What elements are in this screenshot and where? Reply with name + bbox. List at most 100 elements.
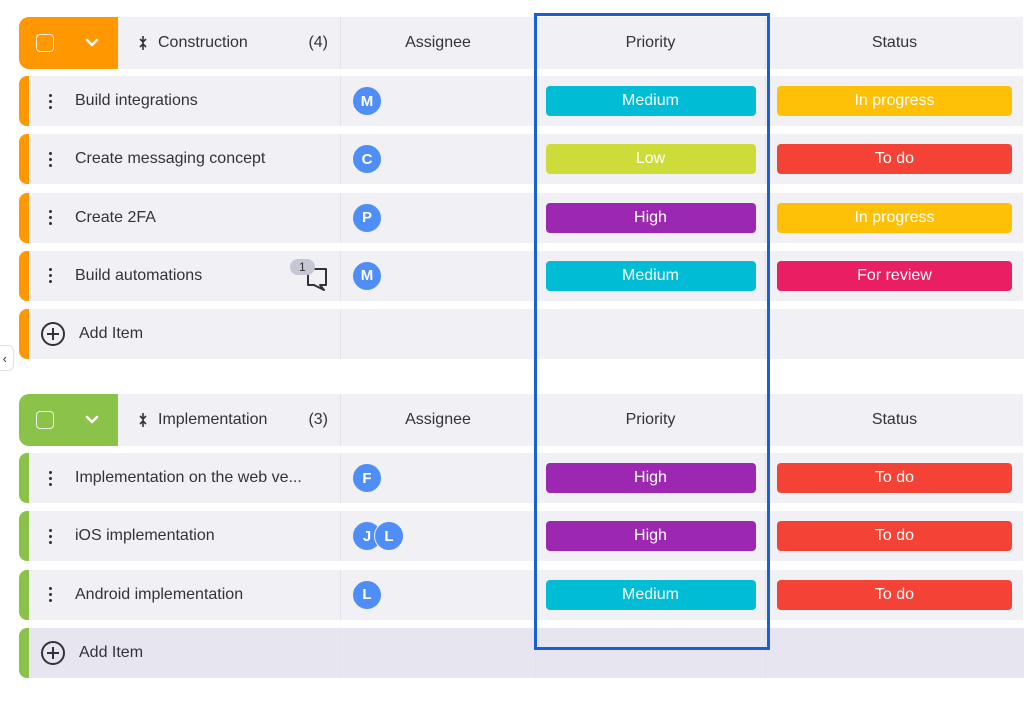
item-name: iOS implementation (75, 527, 215, 545)
more-vertical-icon[interactable] (49, 587, 53, 603)
item-name-cell[interactable]: Build integrations (19, 76, 340, 126)
status-cell[interactable]: In progress (765, 76, 1023, 126)
status-cell[interactable]: In progress (765, 192, 1023, 243)
comment-count-badge: 1 (290, 258, 315, 275)
sort-icon[interactable] (138, 35, 148, 51)
priority-badge[interactable]: Medium (545, 579, 756, 610)
item-name-cell[interactable]: Android implementation (19, 569, 340, 620)
group-title[interactable]: Construction (4) (118, 17, 340, 69)
priority-cell[interactable]: High (535, 453, 765, 503)
checkbox-icon[interactable] (36, 411, 54, 429)
empty-cell (535, 309, 765, 360)
column-header-status[interactable]: Status (765, 17, 1023, 69)
more-vertical-icon[interactable] (49, 210, 53, 226)
more-vertical-icon[interactable] (49, 268, 53, 284)
priority-badge[interactable]: High (545, 521, 756, 552)
assignee-cell[interactable]: L (340, 569, 535, 620)
item-name-cell[interactable]: Create messaging concept (19, 134, 340, 185)
column-header-assignee[interactable]: Assignee (340, 394, 535, 446)
avatar[interactable]: L (352, 579, 382, 610)
avatar[interactable]: P (352, 202, 382, 233)
table-row[interactable]: iOS implementation JL High To do (19, 511, 1024, 562)
table-row[interactable]: Build integrations M Medium In progress (19, 76, 1024, 126)
column-header-status[interactable]: Status (765, 394, 1023, 446)
chevron-left-icon: ‹ (2, 351, 7, 366)
item-name: Implementation on the web ve... (75, 469, 302, 486)
priority-cell[interactable]: High (535, 192, 765, 243)
add-item-label: Add Item (79, 325, 144, 343)
table-row[interactable]: Create messaging concept C Low To do (19, 134, 1024, 185)
avatar[interactable]: L (374, 521, 404, 552)
more-vertical-icon[interactable] (49, 470, 53, 486)
status-badge[interactable]: To do (777, 144, 1012, 175)
sort-icon[interactable] (138, 412, 148, 428)
item-name-cell[interactable]: iOS implementation (19, 511, 340, 562)
priority-cell[interactable]: Low (535, 134, 765, 185)
avatar[interactable]: C (352, 144, 382, 175)
group-header-controls (19, 394, 118, 446)
avatar[interactable]: M (352, 260, 382, 291)
table-row[interactable]: Android implementation L Medium To do (19, 569, 1024, 620)
priority-badge[interactable]: Medium (545, 260, 756, 291)
more-vertical-icon[interactable] (49, 151, 53, 167)
priority-badge[interactable]: High (545, 202, 756, 233)
group-title[interactable]: Implementation (3) (118, 394, 340, 446)
assignee-cell[interactable]: M (340, 250, 535, 301)
priority-badge[interactable]: High (545, 463, 756, 493)
side-panel-handle[interactable]: ‹ (0, 345, 14, 371)
group-name: Construction (158, 34, 248, 51)
status-badge[interactable]: To do (777, 463, 1012, 493)
status-cell[interactable]: To do (765, 134, 1023, 185)
status-badge[interactable]: In progress (777, 202, 1012, 233)
item-name-cell[interactable]: Implementation on the web ve... (19, 453, 340, 503)
assignee-cell[interactable]: P (340, 192, 535, 243)
assignee-cell[interactable]: JL (340, 511, 535, 562)
empty-cell (765, 627, 1024, 678)
item-name: Create messaging concept (75, 150, 266, 168)
more-vertical-icon[interactable] (49, 528, 53, 544)
chevron-down-icon[interactable] (84, 35, 100, 51)
comment-button[interactable]: 1 (290, 258, 330, 291)
plus-circle-icon (41, 322, 65, 347)
status-cell[interactable]: To do (765, 453, 1023, 503)
priority-badge[interactable]: Low (545, 144, 756, 175)
assignee-cell[interactable]: F (340, 453, 535, 503)
priority-cell[interactable]: High (535, 511, 765, 562)
item-name: Create 2FA (75, 208, 156, 226)
item-name: Android implementation (75, 585, 244, 603)
assignee-cell[interactable]: M (340, 76, 535, 126)
priority-cell[interactable]: Medium (535, 569, 765, 620)
column-header-assignee[interactable]: Assignee (340, 17, 535, 69)
item-name: Build integrations (75, 92, 198, 109)
table-row[interactable]: Implementation on the web ve... F High T… (19, 453, 1024, 503)
add-item-button[interactable]: Add Item (19, 309, 340, 360)
more-vertical-icon[interactable] (49, 93, 53, 109)
priority-badge[interactable]: Medium (545, 86, 756, 116)
avatar[interactable]: M (352, 86, 382, 116)
priority-cell[interactable]: Medium (535, 76, 765, 126)
status-badge[interactable]: For review (777, 260, 1012, 291)
checkbox-icon[interactable] (36, 34, 54, 52)
add-item-button[interactable]: Add Item (19, 627, 340, 678)
status-badge[interactable]: To do (777, 521, 1012, 552)
column-header-priority[interactable]: Priority (535, 394, 765, 446)
group-header-controls (19, 17, 118, 69)
priority-cell[interactable]: Medium (535, 250, 765, 301)
status-cell[interactable]: To do (765, 569, 1023, 620)
table-row[interactable]: Build automations 1 M Medium For review (19, 250, 1024, 301)
add-item-row[interactable]: Add Item (19, 627, 1024, 678)
empty-cell (765, 309, 1024, 360)
status-cell[interactable]: To do (765, 511, 1023, 562)
add-item-row[interactable]: Add Item (19, 309, 1024, 360)
avatar[interactable]: F (352, 463, 382, 493)
item-name-cell[interactable]: Create 2FA (19, 192, 340, 243)
assignee-cell[interactable]: C (340, 134, 535, 185)
chevron-down-icon[interactable] (84, 412, 100, 428)
status-badge[interactable]: In progress (777, 86, 1012, 116)
table-row[interactable]: Create 2FA P High In progress (19, 192, 1024, 243)
status-cell[interactable]: For review (765, 250, 1023, 301)
column-header-priority[interactable]: Priority (535, 17, 765, 69)
status-badge[interactable]: To do (777, 579, 1012, 610)
group-count: (3) (308, 411, 328, 428)
item-name-cell[interactable]: Build automations 1 (19, 250, 340, 301)
